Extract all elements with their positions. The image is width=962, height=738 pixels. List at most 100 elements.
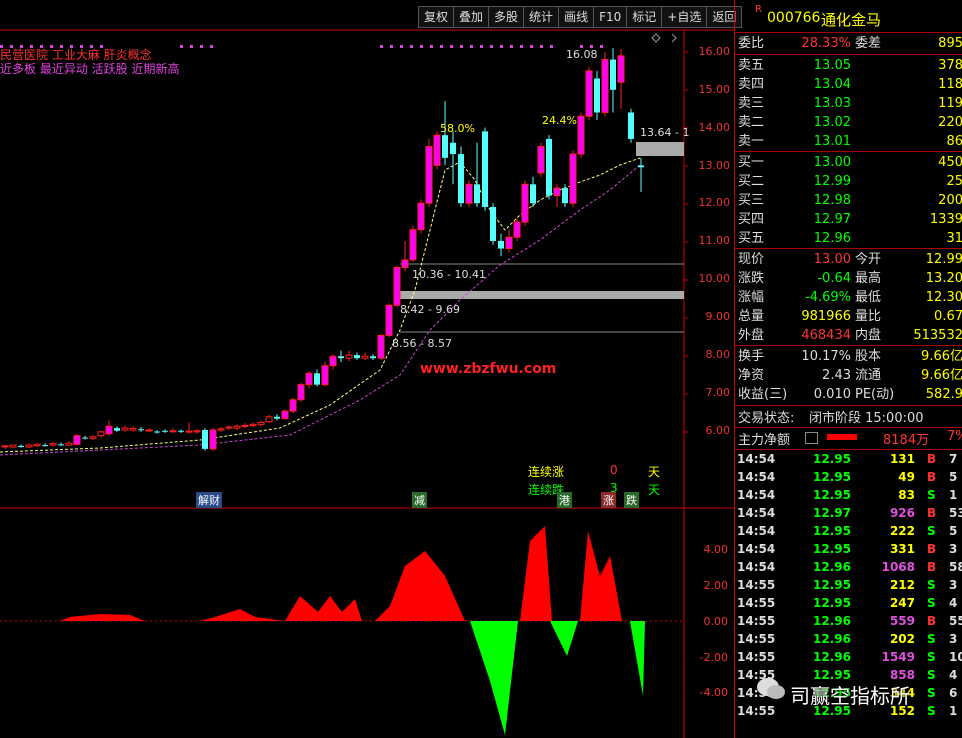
ask-price: 13.02 bbox=[813, 115, 851, 130]
candle-body-up bbox=[265, 416, 273, 423]
tick-row: 14:55 12.96 559 B 55 bbox=[735, 612, 962, 630]
band-label: 8.42 - 9.69 bbox=[400, 303, 460, 316]
ask-label: 卖三 bbox=[738, 96, 765, 111]
candle-body-up bbox=[297, 384, 305, 401]
tick-side: S bbox=[927, 704, 936, 718]
tick-count: 5 bbox=[949, 524, 958, 538]
tick-count: 58 bbox=[949, 560, 962, 574]
tick-side: S bbox=[927, 686, 936, 700]
band-label: 13.64 - 1 bbox=[640, 126, 690, 139]
up-streak-unit: 天 bbox=[648, 465, 661, 479]
tick-side: S bbox=[927, 650, 936, 664]
tick-row: 14:54 12.96 1068 B 58 bbox=[735, 558, 962, 576]
tick-row: 14:54 12.95 331 B 3 bbox=[735, 540, 962, 558]
tick-time: 14:55 bbox=[737, 650, 776, 664]
event-tag[interactable]: 跌 bbox=[624, 492, 639, 508]
chevron-right-icon bbox=[671, 33, 677, 43]
tick-row: 14:55 12.95 212 S 3 bbox=[735, 576, 962, 594]
event-tag[interactable]: 涨 bbox=[601, 492, 616, 508]
price-tick: 10.00 bbox=[698, 272, 731, 285]
candle-body-down bbox=[42, 445, 48, 447]
candle-body-down bbox=[274, 416, 280, 419]
candle-body-up bbox=[89, 436, 97, 439]
candle-body-up bbox=[465, 183, 473, 204]
quote-label: 流通 bbox=[855, 368, 882, 383]
quote-label: 今开 bbox=[855, 252, 882, 267]
tick-count: 55 bbox=[949, 614, 962, 628]
osc-tick: 2.00 bbox=[703, 579, 729, 592]
event-tag[interactable]: 减 bbox=[412, 492, 427, 508]
candle-body-down bbox=[490, 206, 496, 241]
quote-row: 现价 13.00 今开 12.99 bbox=[735, 250, 962, 269]
tick-count: 4 bbox=[949, 668, 958, 682]
tick-side: S bbox=[927, 596, 936, 610]
event-tag[interactable]: 解财 bbox=[196, 492, 222, 508]
candle-body-down bbox=[178, 430, 184, 432]
quote-label: 换手 bbox=[738, 349, 765, 364]
grid-icon[interactable] bbox=[805, 432, 818, 444]
signal-dot bbox=[410, 45, 413, 48]
tick-time: 14:55 bbox=[737, 596, 776, 610]
price-tick: 13.00 bbox=[698, 159, 731, 172]
candle-body-down bbox=[594, 78, 600, 113]
up-streak-label: 连续涨 bbox=[528, 465, 565, 479]
tick-side: B bbox=[927, 470, 937, 484]
tick-side: B bbox=[927, 506, 937, 520]
signal-dot bbox=[430, 45, 433, 48]
ask-label: 卖二 bbox=[738, 115, 765, 130]
ask-label: 卖一 bbox=[738, 134, 765, 149]
band-label: 10.36 - 10.41 bbox=[412, 268, 486, 281]
quote-label: 现价 bbox=[738, 252, 765, 267]
tick-count: 53 bbox=[949, 506, 962, 520]
tick-side: S bbox=[927, 632, 936, 646]
tick-volume: 49 bbox=[898, 470, 915, 484]
ma-long-line bbox=[0, 164, 641, 456]
bid-row: 买三 12.98 200 bbox=[735, 191, 962, 210]
tick-price: 12.95 bbox=[813, 596, 851, 610]
candle-body-up bbox=[193, 430, 201, 433]
bid-label: 买三 bbox=[738, 193, 765, 208]
tick-price: 12.96 bbox=[813, 614, 851, 628]
kline-chart[interactable] bbox=[0, 0, 734, 738]
tick-price: 12.96 bbox=[813, 560, 851, 574]
quote-row: 净资 2.43 流通 9.66亿 bbox=[735, 366, 962, 385]
quote-row: 收益(三) 0.010 PE(动) 582.9 bbox=[735, 385, 962, 404]
ask-volume: 118 bbox=[938, 77, 962, 92]
quote-label: 收益(三) bbox=[738, 387, 788, 402]
quote-row: 涨跌 -0.64 最高 13.20 bbox=[735, 269, 962, 288]
tick-side: B bbox=[927, 560, 937, 574]
ma-short-line bbox=[0, 157, 641, 453]
ratio-value: 28.33% bbox=[801, 36, 851, 51]
tick-row: 14:54 12.95 83 S 1 bbox=[735, 486, 962, 504]
candle-body-up bbox=[401, 259, 409, 268]
flag-badge: R bbox=[755, 4, 762, 15]
stock-name: 通化金马 bbox=[821, 11, 882, 29]
event-tag[interactable]: 港 bbox=[557, 492, 572, 508]
tick-time: 14:54 bbox=[737, 488, 776, 502]
signal-dot bbox=[510, 45, 513, 48]
price-tick: 7.00 bbox=[705, 386, 731, 399]
candle-body-up bbox=[49, 443, 57, 446]
signal-dot bbox=[480, 45, 483, 48]
tick-row: 14:54 12.95 222 S 5 bbox=[735, 522, 962, 540]
tick-side: S bbox=[927, 668, 936, 682]
tick-price: 12.95 bbox=[813, 578, 851, 592]
quote-value: 513532 bbox=[913, 328, 962, 343]
signal-dot bbox=[600, 45, 603, 48]
price-tick: 16.00 bbox=[698, 45, 731, 58]
quote-label: 量比 bbox=[855, 309, 882, 324]
peak-high-label: 16.08 bbox=[566, 48, 598, 61]
tick-row: 14:55 12.96 202 S 3 bbox=[735, 630, 962, 648]
signal-dot-row bbox=[0, 45, 603, 48]
diff-value: 895 bbox=[938, 36, 962, 51]
price-tick: 8.00 bbox=[705, 348, 731, 361]
watermark-url: www.zbzfwu.com bbox=[420, 361, 557, 377]
ask-row: 卖四 13.04 118 bbox=[735, 75, 962, 94]
candle-body-down bbox=[58, 444, 64, 446]
ask-label: 卖五 bbox=[738, 58, 765, 73]
signal-dot bbox=[420, 45, 423, 48]
osc-tick: 4.00 bbox=[703, 543, 729, 556]
bid-price: 12.97 bbox=[813, 212, 851, 227]
signal-dot bbox=[80, 45, 83, 48]
quote-label: 涨幅 bbox=[738, 290, 765, 305]
